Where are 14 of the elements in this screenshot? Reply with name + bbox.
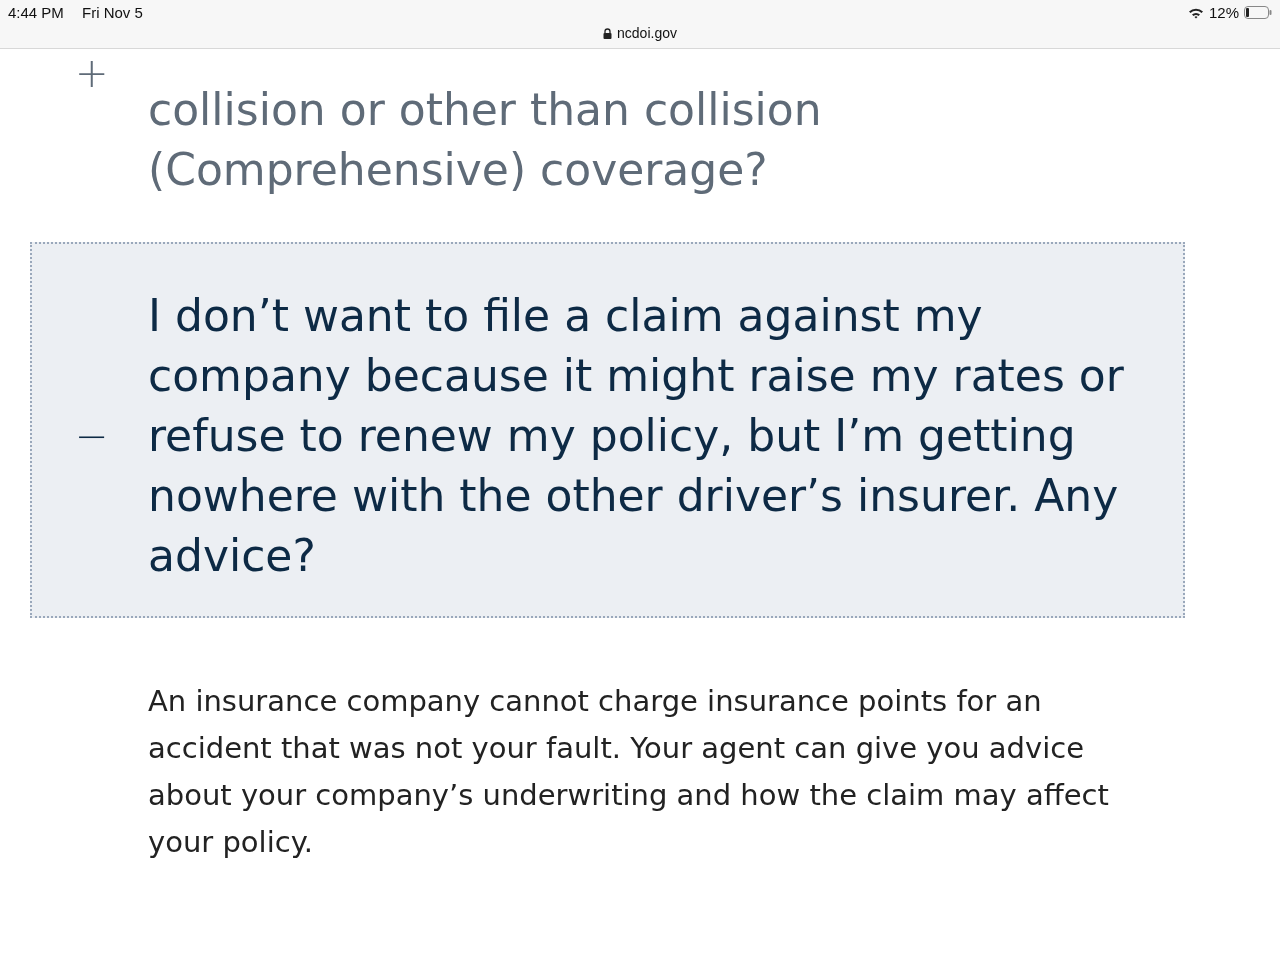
status-date: Fri Nov 5 bbox=[82, 4, 143, 21]
lock-icon bbox=[603, 27, 613, 39]
answer-text: An insurance company cannot charge insurance points for an accident that was not your fault. Your agent can give you advice about your company’s underwriting and how the claim may affect your policy. bbox=[148, 683, 1110, 861]
status-time: 4:44 PM bbox=[8, 4, 64, 21]
toggle-icon[interactable]: − bbox=[75, 406, 105, 466]
expanded-question-panel[interactable]: − I don’t want to file a claim against my company because it might raise my rates or refuse to renew my policy, but I’m getting nowhere with the other driver’s insurer. Any advice? bbox=[30, 242, 1185, 618]
battery-icon bbox=[1244, 6, 1272, 19]
question-row[interactable]: + collision or other than collision (Comprehensive) coverage? bbox=[30, 52, 1185, 202]
toggle-icon[interactable]: + bbox=[75, 58, 105, 88]
address-text[interactable]: ncdoi.gov bbox=[617, 25, 677, 41]
question-text: collision or other than collision (Comprehensive) coverage? bbox=[148, 83, 823, 197]
battery-percent: 12% bbox=[1208, 4, 1239, 21]
wifi-icon bbox=[1187, 6, 1204, 19]
question-text: I don’t want to file a claim against my company because it might raise my rates or refuse to renew my policy, but I’m getting nowhere with the other driver’s insurer. Any advice? bbox=[148, 289, 1125, 583]
